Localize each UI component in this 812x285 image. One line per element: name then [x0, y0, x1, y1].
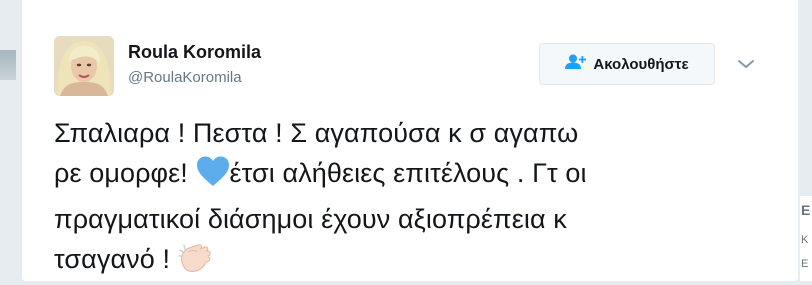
background-edge-right: Ε Κ Ε — [800, 196, 812, 281]
tweet-line-1: Σπαλιαρα ! Πεστα ! Σ αγαπούσα κ σ αγαπω — [54, 118, 579, 148]
follow-button-label: Ακολουθήστε — [593, 55, 689, 73]
tweet-line-4-text: τσαγανό ! — [54, 244, 178, 274]
tweet-line-2: ρε ομορφε! έτσι αλήθειες επιτέλους . Γτ … — [54, 153, 784, 199]
blue-heart-icon — [196, 156, 230, 199]
tweet-line-4: τσαγανό ! — [54, 239, 784, 285]
follow-button[interactable]: Ακολουθήστε — [539, 43, 715, 85]
add-user-icon — [565, 54, 587, 75]
chevron-down-icon[interactable] — [736, 56, 756, 72]
tweet-text: Σπαλιαρα ! Πεστα ! Σ αγαπούσα κ σ αγαπω … — [54, 113, 784, 285]
background-edge — [0, 50, 16, 80]
tweet-line-2-start: ρε ομορφε! — [54, 158, 196, 188]
tweet-line-2-end: έτσι αλήθειες επιτέλους . Γτ οι — [229, 158, 587, 188]
tweet-card: Roula Koromila @RoulaKoromila Ακολουθήστ… — [22, 0, 798, 281]
clapping-hands-icon — [177, 242, 212, 285]
tweet-line-3: πραγματικοί διάσημοι έχουν αξιοπρέπεια κ — [54, 204, 567, 234]
author-name[interactable]: Roula Koromila — [128, 42, 261, 63]
author-handle[interactable]: @RoulaKoromila — [128, 69, 242, 86]
avatar[interactable] — [54, 36, 114, 96]
